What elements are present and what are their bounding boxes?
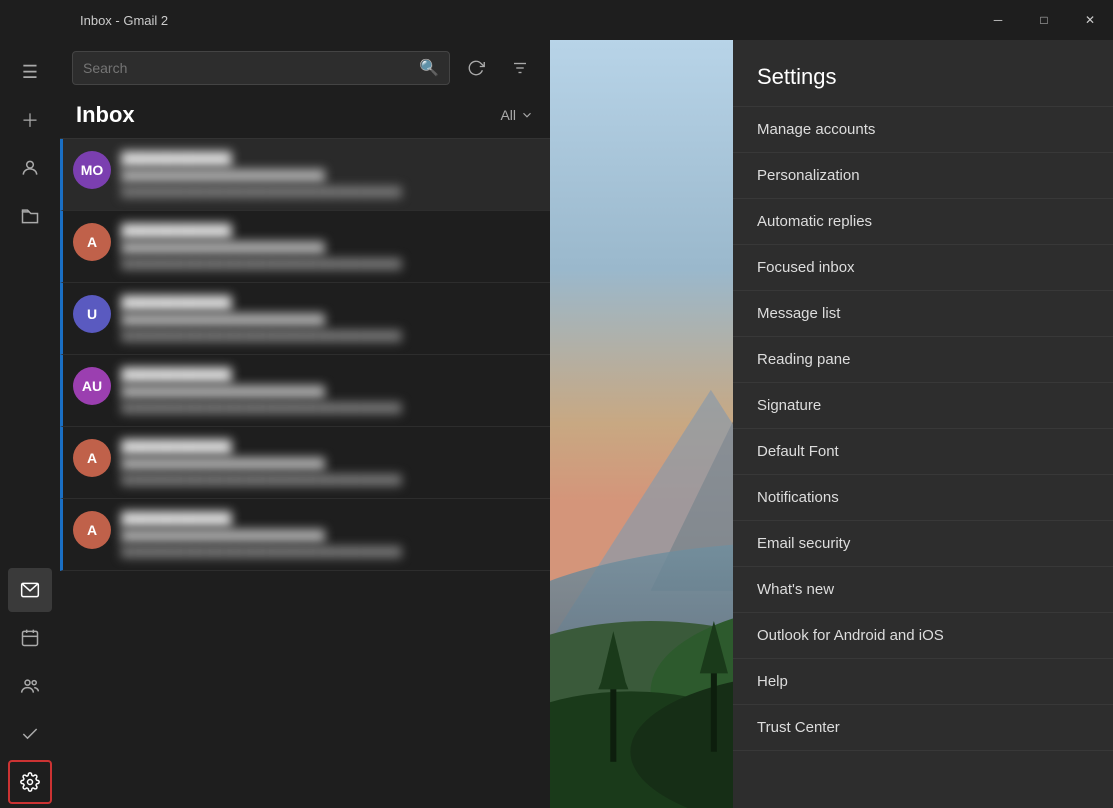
inbox-header: Inbox All (60, 96, 550, 138)
email-preview: ████████████████████████████████████ (121, 258, 538, 270)
email-sender: ████████████ (121, 439, 538, 454)
settings-items-container: Manage accountsPersonalizationAutomatic … (733, 106, 1113, 751)
sidebar-mail-icon[interactable] (8, 568, 52, 612)
email-sender: ████████████ (121, 367, 538, 382)
email-list: MO██████████████████████████████████████… (60, 138, 550, 808)
avatar: A (73, 223, 111, 261)
avatar: MO (73, 151, 111, 189)
email-item[interactable]: U███████████████████████████████████████… (60, 283, 550, 355)
maximize-button[interactable]: □ (1021, 0, 1067, 40)
email-preview: ████████████████████████████████████ (121, 546, 538, 558)
sidebar-contacts-icon[interactable] (8, 664, 52, 708)
sidebar-calendar-icon[interactable] (8, 616, 52, 660)
email-item[interactable]: A███████████████████████████████████████… (60, 427, 550, 499)
email-content: ████████████████████████████████████████… (121, 295, 538, 342)
email-subject: ████████████████████████ (121, 529, 538, 543)
sidebar-folders-icon[interactable] (8, 194, 52, 238)
email-content: ████████████████████████████████████████… (121, 511, 538, 558)
email-subject: ████████████████████████ (121, 457, 538, 471)
email-item[interactable]: MO██████████████████████████████████████… (60, 139, 550, 211)
settings-item[interactable]: Email security (733, 521, 1113, 567)
email-item[interactable]: A███████████████████████████████████████… (60, 499, 550, 571)
close-button[interactable]: ✕ (1067, 0, 1113, 40)
settings-item[interactable]: What's new (733, 567, 1113, 613)
title-bar: Inbox - Gmail 2 ─ □ ✕ (0, 0, 1113, 40)
settings-item[interactable]: Personalization (733, 153, 1113, 199)
sidebar-hamburger-icon[interactable]: ☰ (8, 50, 52, 94)
email-content: ████████████████████████████████████████… (121, 439, 538, 486)
email-content: ████████████████████████████████████████… (121, 151, 538, 198)
email-content: ████████████████████████████████████████… (121, 367, 538, 414)
email-subject: ████████████████████████ (121, 385, 538, 399)
window-controls: ─ □ ✕ (975, 0, 1113, 40)
email-sender: ████████████ (121, 295, 538, 310)
search-input-wrapper[interactable]: 🔍 (72, 51, 450, 85)
email-preview: ████████████████████████████████████ (121, 402, 538, 414)
email-sender: ████████████ (121, 511, 538, 526)
filter-label: All (500, 107, 516, 123)
settings-title: Settings (733, 40, 1113, 106)
filter-button[interactable] (502, 50, 538, 86)
email-preview: ████████████████████████████████████ (121, 186, 538, 198)
settings-item[interactable]: Outlook for Android and iOS (733, 613, 1113, 659)
settings-panel: Settings Manage accountsPersonalizationA… (733, 40, 1113, 808)
email-subject: ████████████████████████ (121, 313, 538, 327)
sidebar-compose-icon[interactable]: ＋ (8, 98, 52, 142)
window-title: Inbox - Gmail 2 (80, 13, 168, 28)
settings-item[interactable]: Help (733, 659, 1113, 705)
email-content: ████████████████████████████████████████… (121, 223, 538, 270)
email-subject: ████████████████████████ (121, 241, 538, 255)
avatar: A (73, 511, 111, 549)
sidebar-people-icon[interactable] (8, 146, 52, 190)
search-icon: 🔍 (419, 58, 439, 78)
settings-item[interactable]: Trust Center (733, 705, 1113, 751)
avatar: U (73, 295, 111, 333)
sidebar-settings-icon[interactable] (8, 760, 52, 804)
email-item[interactable]: AU██████████████████████████████████████… (60, 355, 550, 427)
inbox-filter[interactable]: All (500, 107, 534, 123)
email-subject: ████████████████████████ (121, 169, 538, 183)
settings-item[interactable]: Default Font (733, 429, 1113, 475)
settings-item[interactable]: Manage accounts (733, 106, 1113, 153)
email-panel: 🔍 Inbox All M (60, 40, 550, 808)
avatar: A (73, 439, 111, 477)
avatar: AU (73, 367, 111, 405)
settings-item[interactable]: Notifications (733, 475, 1113, 521)
sidebar: ☰ ＋ (0, 40, 60, 808)
email-sender: ████████████ (121, 151, 538, 166)
settings-item[interactable]: Message list (733, 291, 1113, 337)
settings-item[interactable]: Automatic replies (733, 199, 1113, 245)
settings-item[interactable]: Signature (733, 383, 1113, 429)
email-preview: ████████████████████████████████████ (121, 474, 538, 486)
email-preview: ████████████████████████████████████ (121, 330, 538, 342)
inbox-title: Inbox (76, 102, 135, 128)
minimize-button[interactable]: ─ (975, 0, 1021, 40)
sidebar-tasks-icon[interactable] (8, 712, 52, 756)
email-sender: ████████████ (121, 223, 538, 238)
settings-item[interactable]: Reading pane (733, 337, 1113, 383)
settings-item[interactable]: Focused inbox (733, 245, 1113, 291)
search-bar: 🔍 (60, 40, 550, 96)
refresh-button[interactable] (458, 50, 494, 86)
email-item[interactable]: A███████████████████████████████████████… (60, 211, 550, 283)
search-input[interactable] (83, 60, 413, 76)
